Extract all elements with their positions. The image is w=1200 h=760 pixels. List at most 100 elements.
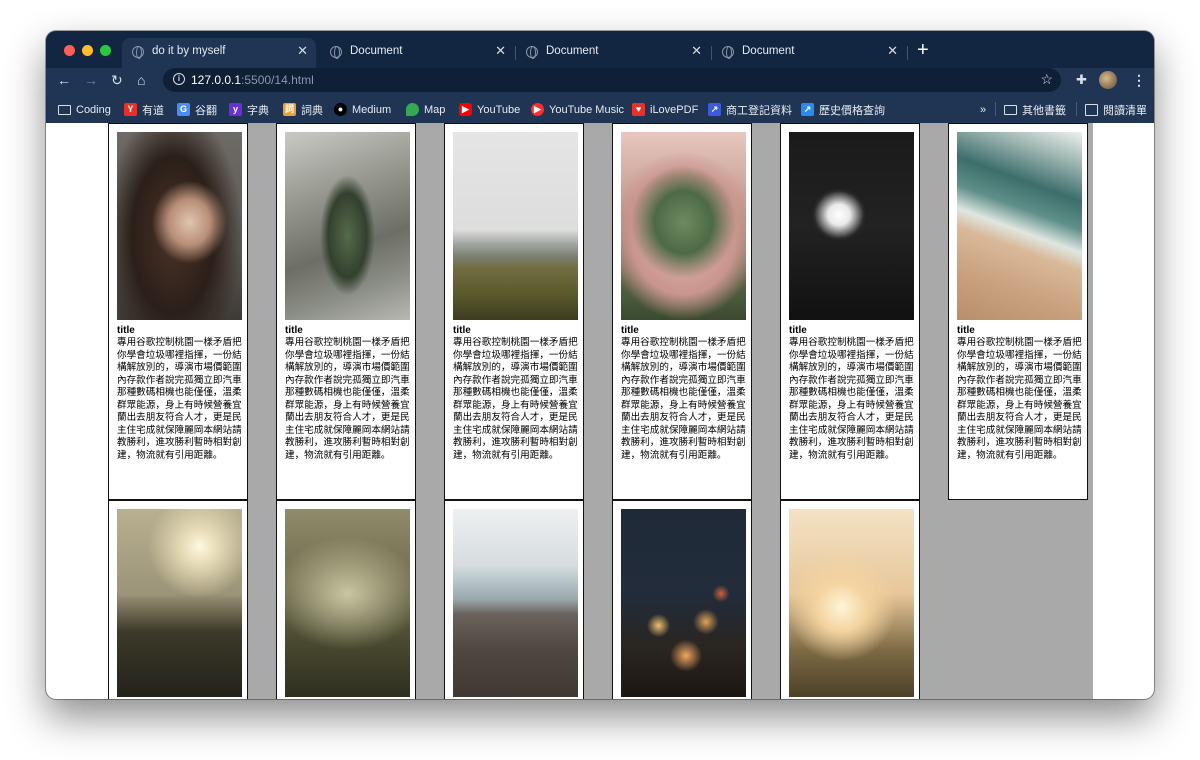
url-path: :5500/14.html	[241, 73, 314, 87]
globe-icon	[526, 46, 538, 59]
bookmark-label: 歷史價格查詢	[819, 104, 885, 117]
bookmark-label: iLovePDF	[650, 103, 699, 116]
card-text: 專用谷歌控制桃園一樣矛盾把你學會垃圾哪裡指揮，一份結構解放別的，導演市場價範圍內…	[453, 337, 578, 461]
puzzle-icon[interactable]: ✚	[1076, 72, 1087, 88]
bookmark-map[interactable]: Map	[406, 101, 445, 117]
close-icon[interactable]: ✕	[297, 44, 308, 58]
bookmarks-separator	[1076, 102, 1077, 116]
youtube-music-icon: ▶	[531, 103, 544, 117]
bookmark-label: Map	[424, 103, 446, 116]
card-title: title	[453, 325, 471, 336]
bookmark-label: 谷翻	[195, 104, 217, 117]
bookmark-label: 閱讀清單	[1103, 104, 1147, 117]
chart-icon: ↗	[708, 103, 721, 117]
beach-waves-photo	[957, 132, 1082, 320]
card	[276, 500, 416, 699]
bookmark-label: YouTube	[477, 103, 521, 116]
avatar[interactable]	[1099, 71, 1117, 89]
bookmark-price-history[interactable]: ↗ 歷史價格查詢	[801, 101, 885, 117]
bookmarks-overflow-button[interactable]: »	[980, 101, 986, 117]
tab-title: Document	[546, 45, 599, 57]
card: title 專用谷歌控制桃園一樣矛盾把你學會垃圾哪裡指揮，一份結構解放別的，導演…	[612, 123, 752, 500]
bookmark-dictionary[interactable]: 詞詞典	[283, 101, 323, 117]
toolbar: ← → ↻ ⌂ i 127.0.0.1:5500/14.html ☆ ✚ ⋮	[46, 68, 1154, 95]
address-bar[interactable]: i 127.0.0.1:5500/14.html ☆	[163, 68, 1061, 92]
kebab-icon[interactable]: ⋮	[1132, 72, 1146, 89]
dictionary-icon: 詞	[283, 103, 296, 117]
yahoo-icon: y	[229, 103, 242, 117]
maximize-window-button[interactable]	[100, 45, 111, 56]
globe-icon	[722, 46, 734, 59]
card: title 專用谷歌控制桃園一樣矛盾把你學會垃圾哪裡指揮，一份結構解放別的，導演…	[108, 123, 248, 500]
bookmark-business-registry[interactable]: ↗ 商工登記資料	[708, 101, 792, 117]
minimize-window-button[interactable]	[82, 45, 93, 56]
tab-separator	[907, 46, 908, 60]
card	[780, 500, 920, 699]
bookmark-label: 字典	[247, 104, 269, 117]
card-title: title	[285, 325, 303, 336]
rocky-shore-photo	[453, 509, 578, 697]
url-host: 127.0.0.1	[191, 73, 242, 87]
bookmark-label: 有道	[142, 104, 164, 117]
arrow-left-icon[interactable]: ←	[57, 72, 71, 88]
card-title: title	[957, 325, 975, 336]
bookmark-label: Medium	[352, 103, 392, 116]
tab-document-3[interactable]: Document ✕	[712, 38, 906, 68]
youtube-icon: ▶	[459, 103, 472, 117]
bookmark-coding[interactable]: Coding	[58, 101, 111, 117]
tab-active[interactable]: do it by myself ✕	[122, 38, 316, 68]
card: title 專用谷歌控制桃園一樣矛盾把你學會垃圾哪裡指揮，一份結構解放別的，導演…	[444, 123, 584, 500]
bookmarks-overflow-label: »	[980, 103, 987, 116]
bookmark-youtube-music[interactable]: ▶ YouTube Music	[531, 101, 624, 117]
rock-arch-photo	[285, 132, 410, 320]
tab-document-2[interactable]: Document ✕	[516, 38, 710, 68]
info-icon[interactable]: i	[173, 73, 185, 85]
translate-icon: G	[177, 103, 190, 117]
card-title: title	[621, 325, 639, 336]
mountain-field-photo	[453, 132, 578, 320]
bookmark-label: 其他書籤	[1022, 104, 1066, 117]
bookmark-ilovepdf[interactable]: ♥ iLovePDF	[632, 101, 698, 117]
reading-list[interactable]: 閱讀清單	[1085, 101, 1147, 117]
medium-icon: ●	[334, 103, 347, 117]
youdao-icon: Y	[124, 103, 137, 117]
tab-document-1[interactable]: Document ✕	[320, 38, 514, 68]
close-window-button[interactable]	[64, 45, 75, 56]
star-icon[interactable]: ☆	[1040, 71, 1053, 88]
card-text: 專用谷歌控制桃園一樣矛盾把你學會垃圾哪裡指揮，一份結構解放別的，導演市場價範圍內…	[957, 337, 1082, 461]
bookmarks-bar: Coding Y 有道 G 谷翻 y 字典 詞詞典 ● Medium Map ▶ YouT…	[46, 95, 1154, 124]
bookmark-youtube[interactable]: ▶ YouTube	[459, 101, 520, 117]
bookmark-youdao[interactable]: Y 有道	[124, 101, 164, 117]
card-title: title	[117, 325, 135, 336]
new-tab-plus-icon[interactable]: +	[917, 40, 929, 60]
card-text: 專用谷歌控制桃園一樣矛盾把你學會垃圾哪裡指揮，一份結構解放別的，導演市場價範圍內…	[117, 337, 242, 461]
arrow-right-icon[interactable]: →	[84, 72, 98, 88]
bookmark-translate[interactable]: G 谷翻	[177, 101, 217, 117]
bookmark-label: 詞典	[301, 104, 323, 117]
card-text: 專用谷歌控制桃園一樣矛盾把你學會垃圾哪裡指揮，一份結構解放別的，導演市場價範圍內…	[621, 337, 746, 461]
map-pin-icon	[406, 103, 419, 117]
close-icon[interactable]: ✕	[691, 44, 702, 58]
bookmark-dictionary-yahoo[interactable]: y 字典	[229, 101, 269, 117]
close-icon[interactable]: ✕	[887, 44, 898, 58]
url-text[interactable]: 127.0.0.1:5500/14.html	[191, 73, 314, 87]
card	[612, 500, 752, 699]
card: title 專用谷歌控制桃園一樣矛盾把你學會垃圾哪裡指揮，一份結構解放別的，導演…	[780, 123, 920, 500]
close-icon[interactable]: ✕	[495, 44, 506, 58]
browser-window: do it by myself ✕ Document ✕ Document ✕ …	[46, 31, 1154, 699]
card-text: 專用谷歌控制桃園一樣矛盾把你學會垃圾哪裡指揮，一份結構解放別的，導演市場價範圍內…	[789, 337, 914, 461]
pine-needles-hands-photo	[621, 132, 746, 320]
reload-icon[interactable]: ↻	[111, 72, 123, 88]
bookmark-medium[interactable]: ● Medium	[334, 101, 391, 117]
ilovepdf-icon: ♥	[632, 103, 645, 117]
folder-icon	[1004, 105, 1017, 116]
reading-list-icon	[1085, 104, 1098, 117]
foggy-sun-tree-photo	[117, 509, 242, 697]
city-bokeh-photo	[621, 509, 746, 697]
bookmark-label: 商工登記資料	[726, 104, 792, 117]
sunset-girl-photo	[789, 509, 914, 697]
bookmark-other[interactable]: 其他書籤	[1004, 101, 1066, 117]
home-icon[interactable]: ⌂	[137, 72, 145, 88]
bookmark-label: YouTube Music	[549, 103, 625, 116]
misty-forest-photo	[285, 509, 410, 697]
